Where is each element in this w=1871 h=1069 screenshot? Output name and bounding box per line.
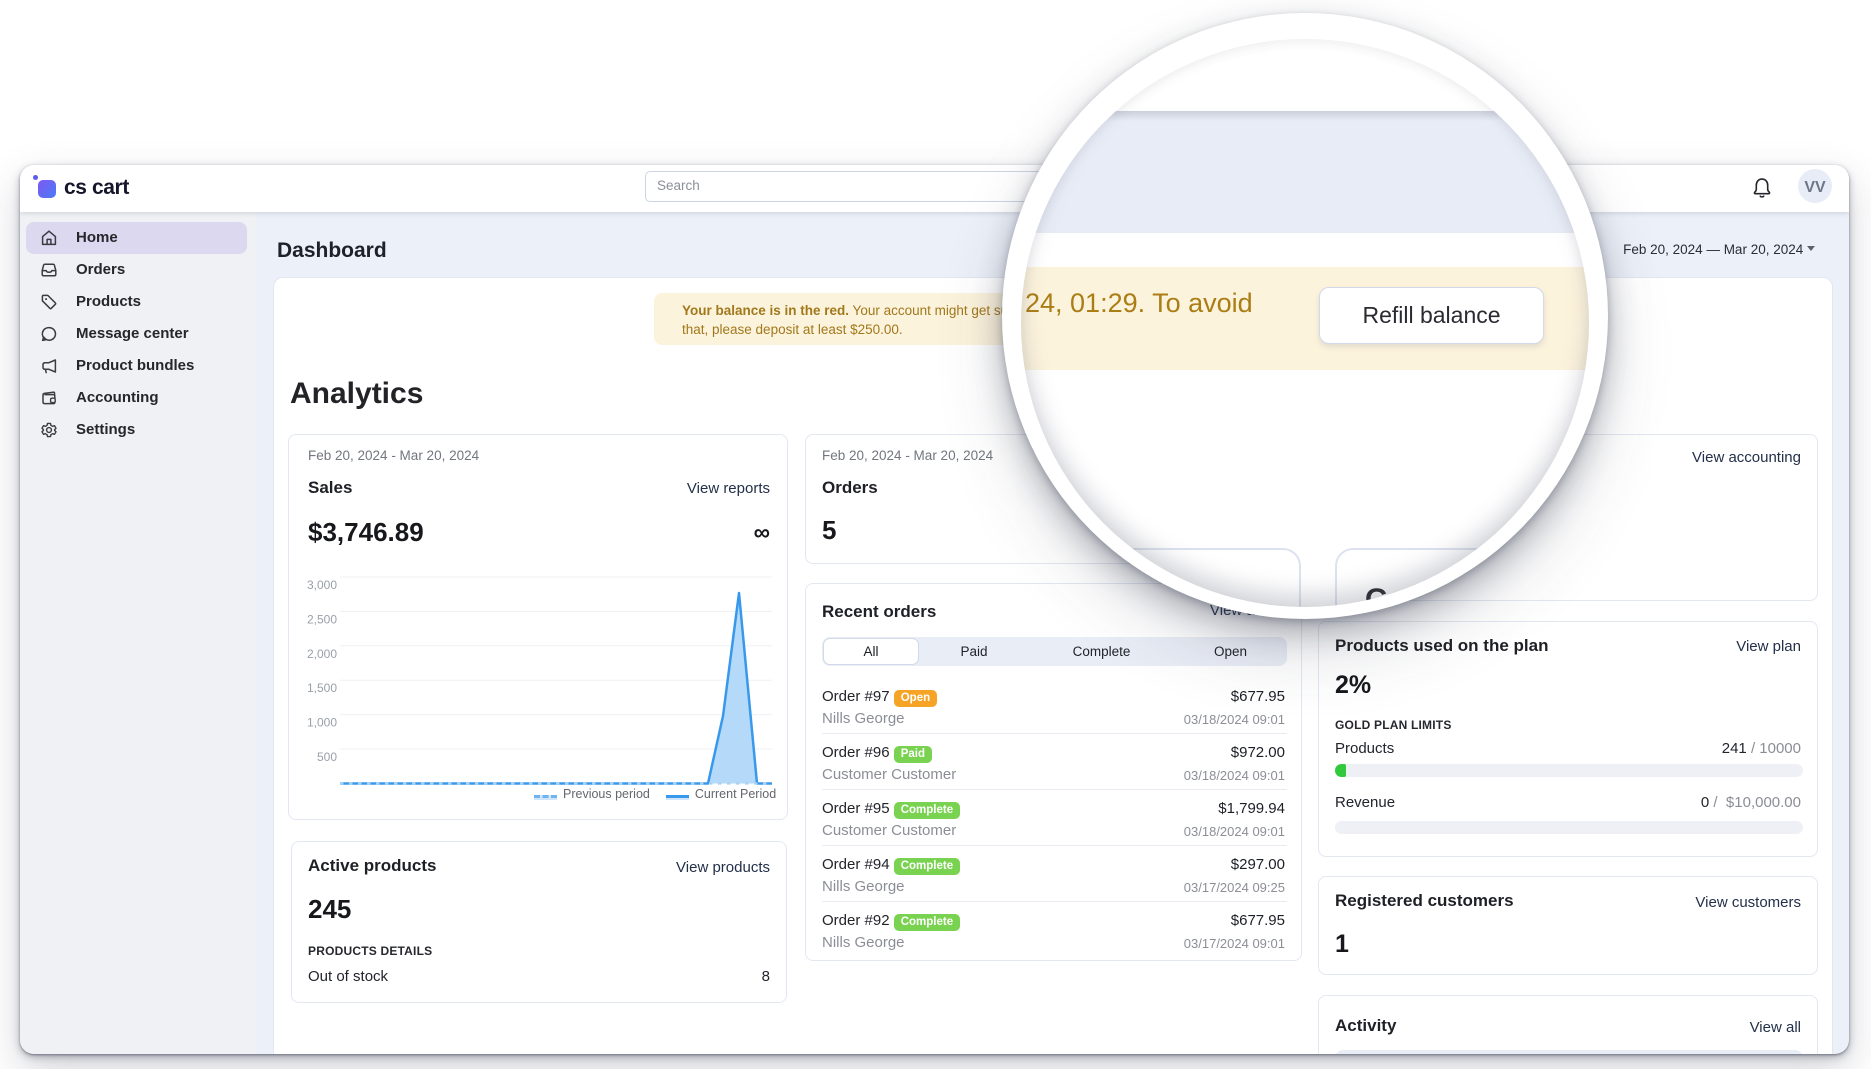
svg-text:2,500: 2,500 — [307, 612, 337, 626]
svg-text:1,500: 1,500 — [307, 681, 337, 695]
svg-text:1,000: 1,000 — [307, 716, 337, 730]
svg-text:500: 500 — [317, 750, 337, 764]
svg-text:2,000: 2,000 — [307, 647, 337, 661]
svg-text:3,000: 3,000 — [307, 578, 337, 592]
